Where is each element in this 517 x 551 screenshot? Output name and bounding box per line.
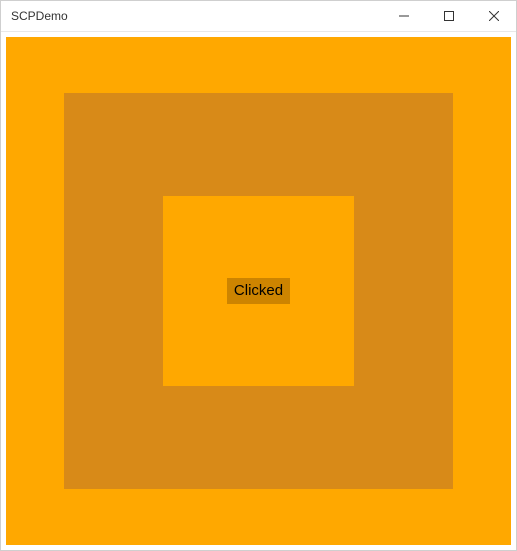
- title-bar: SCPDemo: [1, 1, 516, 32]
- minimize-button[interactable]: [381, 1, 426, 31]
- client-area: Clicked: [1, 32, 516, 550]
- minimize-icon: [399, 11, 409, 21]
- window-controls: [381, 1, 516, 31]
- maximize-icon: [444, 11, 454, 21]
- close-button[interactable]: [471, 1, 516, 31]
- maximize-button[interactable]: [426, 1, 471, 31]
- app-window: SCPDemo Clicked: [0, 0, 517, 551]
- middle-square: Clicked: [64, 93, 453, 489]
- close-icon: [489, 11, 499, 21]
- window-title: SCPDemo: [11, 9, 68, 23]
- outer-square: Clicked: [6, 37, 511, 545]
- inner-square: Clicked: [163, 196, 354, 386]
- clicked-button[interactable]: Clicked: [227, 278, 290, 304]
